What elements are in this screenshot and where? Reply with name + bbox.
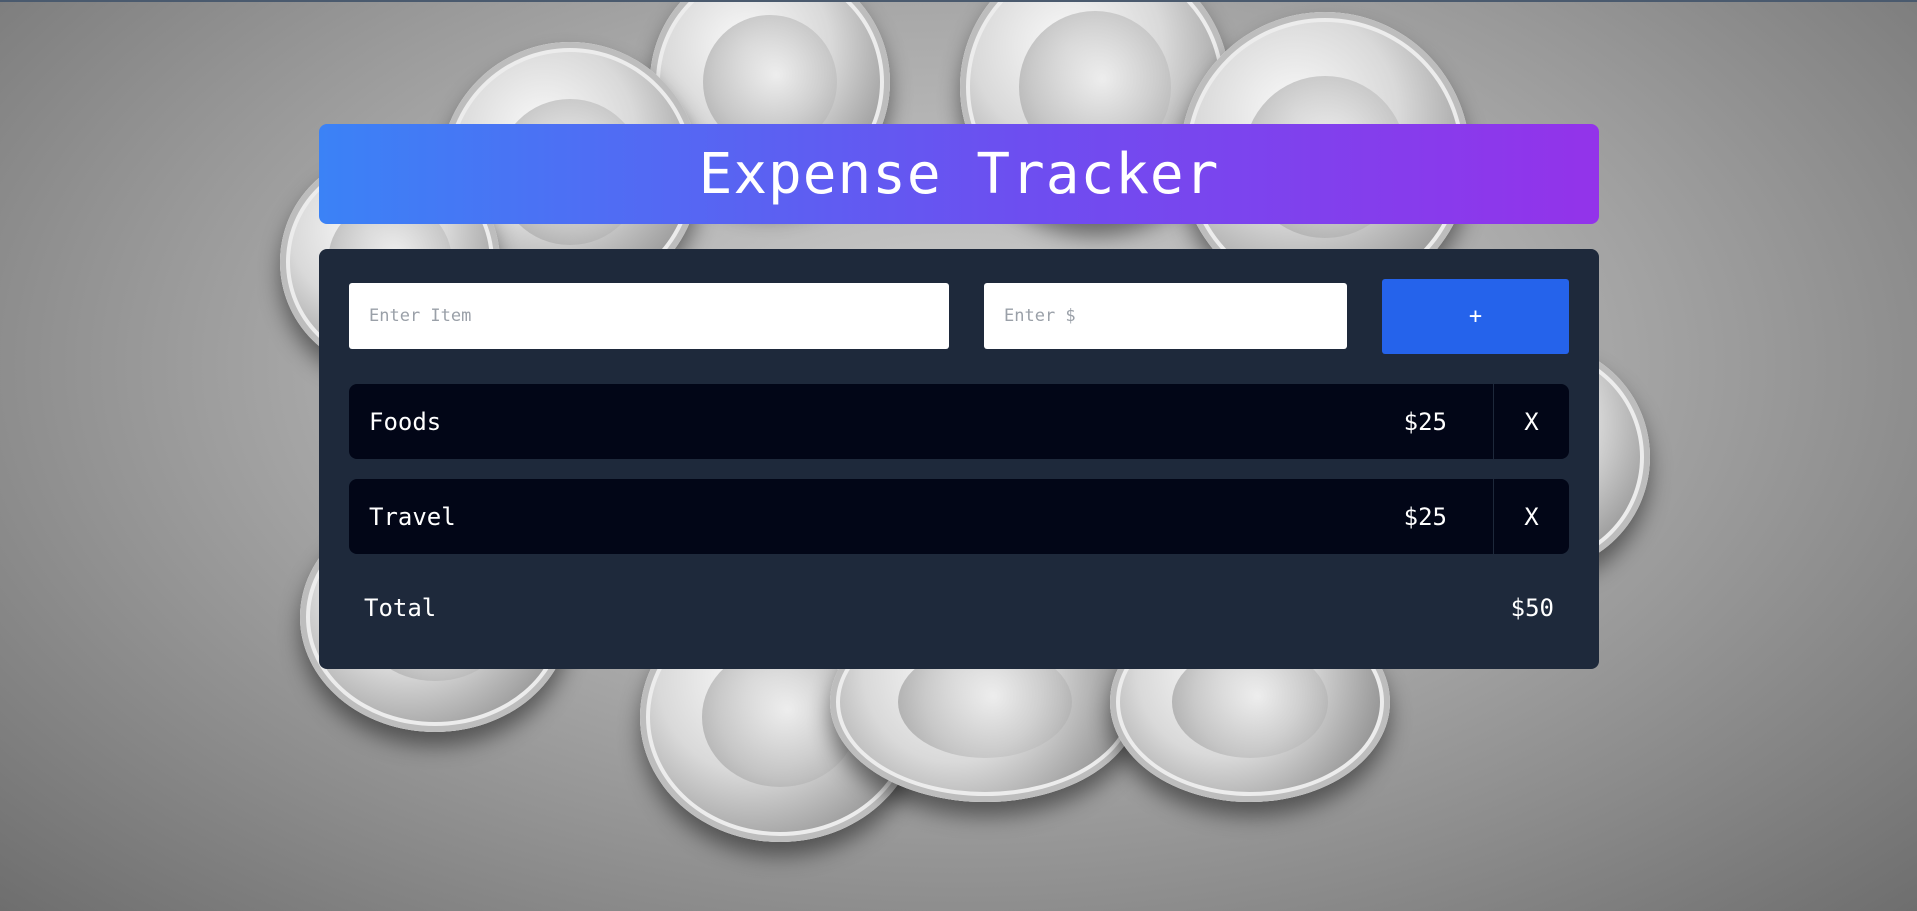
- amount-input[interactable]: [984, 283, 1347, 349]
- add-expense-button[interactable]: +: [1382, 279, 1569, 354]
- expense-row: Foods $25 X: [349, 384, 1569, 459]
- expense-panel: + Foods $25 X Travel $25 X Total $50: [319, 249, 1599, 669]
- expense-amount: $25: [1403, 407, 1447, 436]
- total-label: Total: [364, 594, 437, 622]
- expense-row: Travel $25 X: [349, 479, 1569, 554]
- expense-amount: $25: [1403, 502, 1447, 531]
- expense-name: Foods: [369, 407, 442, 436]
- total-value: $50: [1510, 594, 1554, 622]
- item-input[interactable]: [349, 283, 949, 349]
- delete-expense-button[interactable]: X: [1493, 479, 1569, 554]
- app-header: Expense Tracker: [319, 124, 1599, 224]
- page-title: Expense Tracker: [698, 141, 1220, 207]
- expense-name: Travel: [369, 502, 456, 531]
- delete-expense-button[interactable]: X: [1493, 384, 1569, 459]
